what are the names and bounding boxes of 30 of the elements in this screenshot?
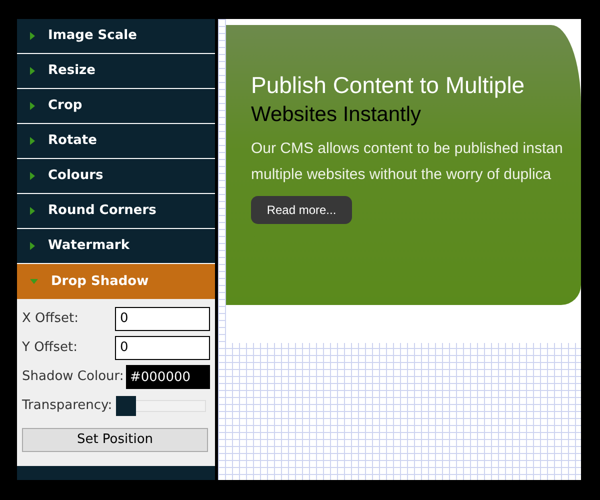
field-label: Shadow Colour: — [22, 368, 125, 386]
input-field[interactable]: 0 — [115, 336, 210, 360]
caret-right-icon — [30, 102, 35, 110]
field-label: Y Offset: — [22, 338, 79, 357]
banner-text: Our CMS allows content to be published instan — [251, 139, 564, 159]
read-more-button[interactable]: Read more... — [251, 196, 352, 224]
caret-right-icon — [30, 207, 35, 215]
field-label: Transparency: — [22, 397, 114, 416]
input-field[interactable]: 0 — [115, 306, 210, 330]
caret-right-icon — [30, 172, 35, 180]
field-label: X Offset: — [22, 310, 80, 328]
accordion-header[interactable]: Round Corners — [17, 194, 215, 229]
accordion-header[interactable]: Image Scale — [17, 19, 215, 54]
accordion-header[interactable]: Drop Shadow — [17, 264, 215, 299]
transparency-slider[interactable] — [116, 396, 206, 416]
accordion-header[interactable]: Resize — [17, 54, 215, 89]
set-position-button[interactable]: Set Position — [22, 428, 208, 452]
caret-right-icon — [30, 32, 35, 40]
accordion-header[interactable]: Crop — [17, 89, 215, 124]
caret-right-icon — [30, 242, 35, 250]
colour-field[interactable]: #000000 — [126, 365, 210, 389]
caret-right-icon — [30, 137, 35, 145]
slider-thumb[interactable] — [116, 396, 136, 416]
accordion-header[interactable]: Rotate — [17, 124, 215, 159]
banner-subtitle: Websites Instantly — [251, 102, 422, 128]
caret-down-icon — [30, 278, 38, 284]
banner-title: Publish Content to Multiple — [251, 71, 526, 100]
banner-text: multiple websites without the worry of duplica — [251, 165, 552, 185]
caret-right-icon — [30, 67, 35, 75]
accordion-header[interactable]: Colours — [17, 159, 215, 194]
